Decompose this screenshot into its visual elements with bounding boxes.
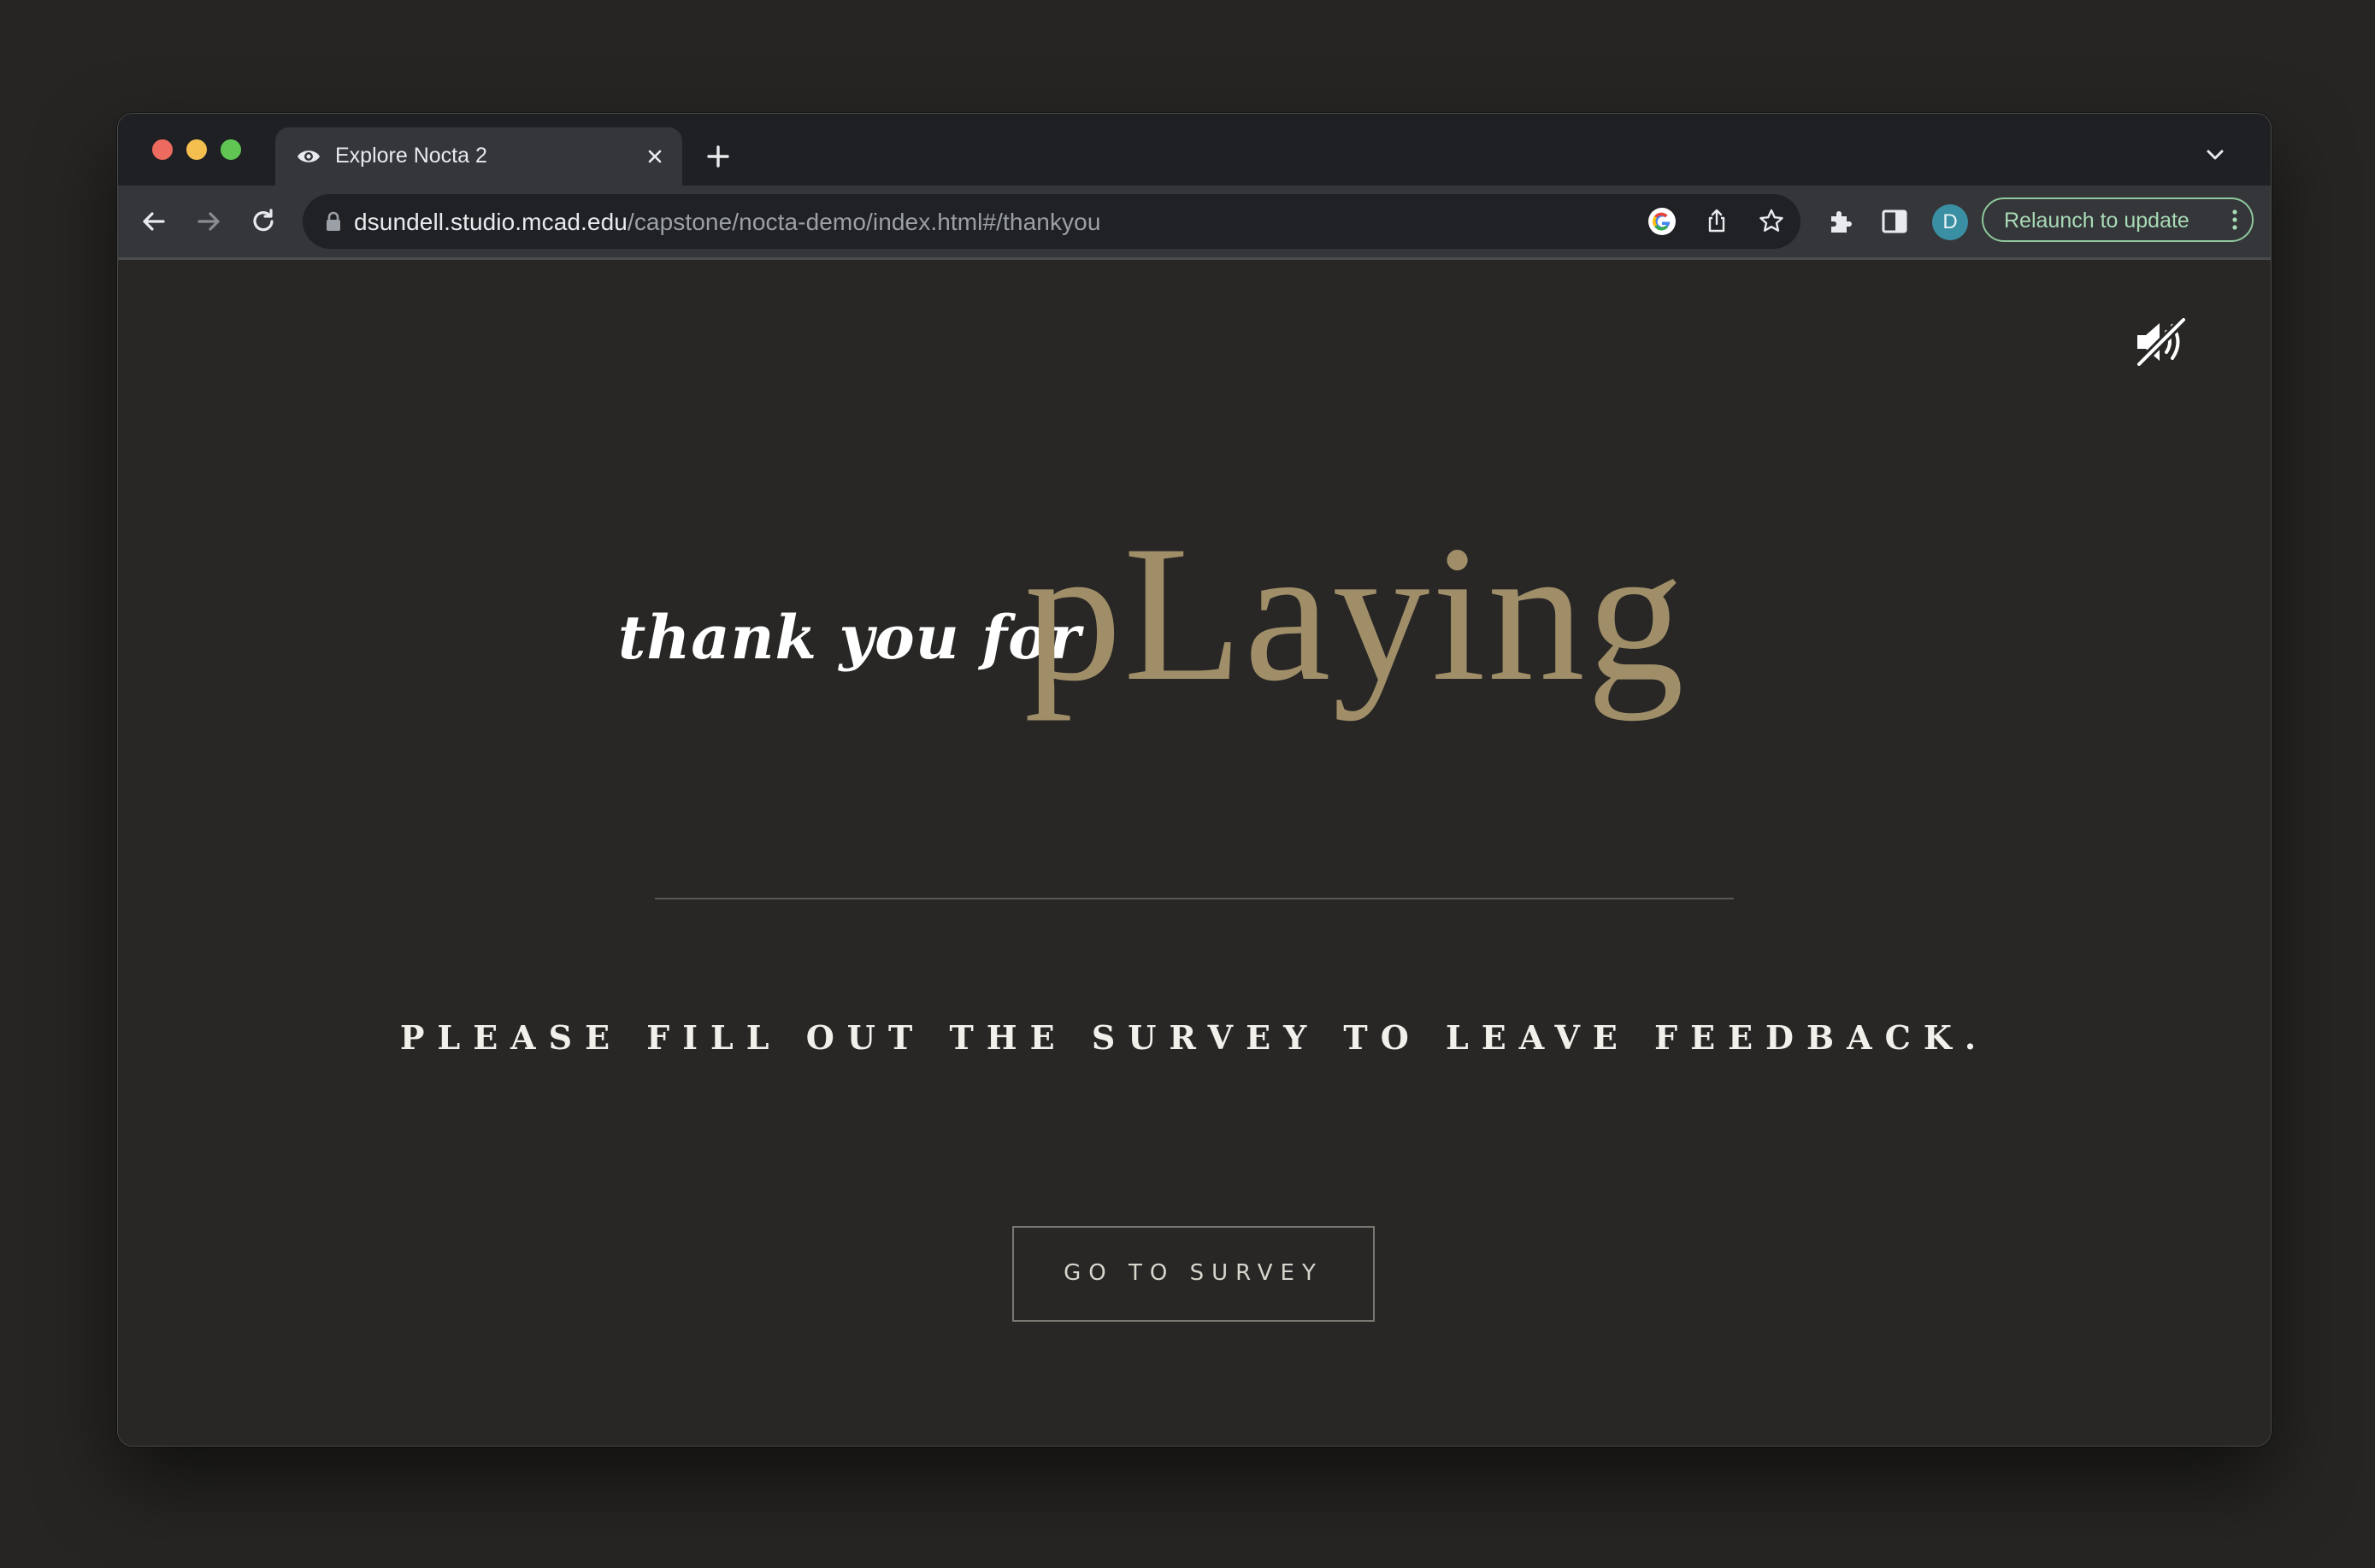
more-menu-icon[interactable]: [2231, 208, 2238, 232]
tab-title: Explore Nocta 2: [335, 144, 487, 168]
browser-window: Explore Nocta 2 dsundell.studio.mcad.edu…: [117, 113, 2272, 1447]
new-tab-icon[interactable]: [704, 143, 732, 170]
tab-strip: Explore Nocta 2: [118, 114, 2271, 186]
google-lens-icon[interactable]: [1647, 206, 1677, 237]
back-arrow-icon[interactable]: [137, 204, 171, 239]
browser-toolbar: dsundell.studio.mcad.edu/capstone/nocta-…: [118, 186, 2271, 260]
reload-icon[interactable]: [246, 204, 280, 239]
extensions-puzzle-icon[interactable]: [1824, 206, 1855, 237]
page-content: thank you for pLaying PLEASE FILL OUT TH…: [118, 260, 2271, 1446]
playing-text: pLaying: [1024, 506, 1686, 722]
side-panel-icon[interactable]: [1879, 206, 1910, 237]
address-bar[interactable]: dsundell.studio.mcad.edu/capstone/nocta-…: [303, 194, 1800, 249]
minimize-window-button[interactable]: [186, 139, 207, 160]
forward-arrow-icon[interactable]: [192, 204, 226, 239]
close-window-button[interactable]: [152, 139, 173, 160]
url-host: dsundell.studio.mcad.edu: [354, 209, 628, 235]
thank-you-text: thank you for: [618, 602, 1081, 673]
survey-message: PLEASE FILL OUT THE SURVEY TO LEAVE FEED…: [399, 1018, 1989, 1057]
thank-you-heading: thank you for pLaying: [118, 516, 2271, 773]
lock-icon[interactable]: [325, 211, 342, 232]
survey-button-label: GO TO SURVEY: [1064, 1260, 1323, 1286]
tab-search-chevron-icon[interactable]: [2204, 146, 2226, 163]
divider: [655, 898, 1734, 899]
bookmark-star-icon[interactable]: [1756, 206, 1787, 237]
share-icon[interactable]: [1701, 206, 1732, 237]
relaunch-label: Relaunch to update: [2004, 209, 2189, 233]
url-path: /capstone/nocta-demo/index.html#/thankyo…: [627, 209, 1101, 235]
close-tab-icon[interactable]: [643, 144, 667, 168]
go-to-survey-button[interactable]: GO TO SURVEY: [1012, 1226, 1375, 1322]
mute-icon[interactable]: [2132, 316, 2192, 368]
profile-avatar[interactable]: D: [1932, 204, 1968, 240]
relaunch-to-update-button[interactable]: Relaunch to update: [1982, 197, 2254, 242]
maximize-window-button[interactable]: [221, 139, 241, 160]
tab-explore-nocta[interactable]: Explore Nocta 2: [275, 127, 682, 186]
url-text[interactable]: dsundell.studio.mcad.edu/capstone/nocta-…: [354, 209, 1101, 236]
eye-icon: [298, 150, 320, 162]
